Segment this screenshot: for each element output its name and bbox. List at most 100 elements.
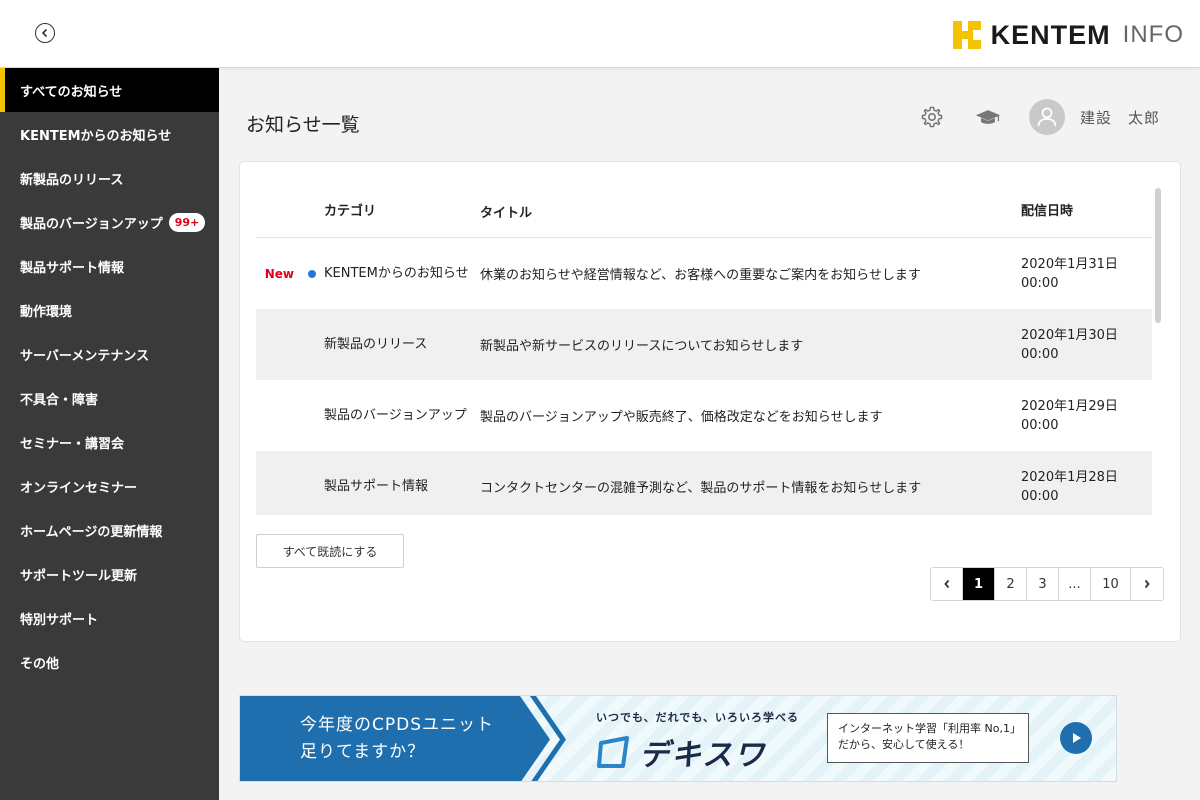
sidebar-item-support-info[interactable]: 製品サポート情報	[0, 244, 219, 288]
page-button[interactable]: 2	[995, 568, 1027, 600]
page-title: お知らせ一覧	[246, 114, 360, 136]
sidebar-item-label: すべてのお知らせ	[20, 84, 123, 100]
brand-name: デキスワ	[639, 738, 767, 773]
sidebar-item-environment[interactable]: 動作環境	[0, 288, 219, 332]
chevron-left-icon	[41, 28, 48, 38]
settings-button[interactable]	[919, 104, 945, 130]
scrollbar-thumb[interactable]	[1155, 188, 1161, 323]
row-title: コンタクトセンターの混雑予測など、製品のサポート情報をお知らせします	[480, 481, 922, 496]
row-date-time: 00:00	[1021, 275, 1059, 291]
row-date-day: 2020年1月31日	[1021, 256, 1118, 272]
sidebar-item-online-seminar[interactable]: オンラインセミナー	[0, 464, 219, 508]
table-row[interactable]: 新製品のリリース 新製品や新サービスのリリースについてお知らせします 2020年…	[256, 309, 1152, 380]
sidebar-item-bugs[interactable]: 不具合・障害	[0, 376, 219, 420]
sidebar-item-label: KENTEMからのお知らせ	[20, 128, 172, 144]
banner-tagline: いつでも、だれでも、いろいろ学べる	[596, 711, 800, 724]
table-row[interactable]: 製品のバージョンアップ 製品のバージョンアップや販売終了、価格改定などをお知らせ…	[256, 380, 1152, 451]
sidebar-item-label: サポートツール更新	[20, 568, 138, 584]
row-title: 休業のお知らせや経営情報など、お客様への重要なご案内をお知らせします	[480, 268, 921, 283]
sidebar-item-maintenance[interactable]: サーバーメンテナンス	[0, 332, 219, 376]
page-button-current[interactable]: 1	[963, 568, 995, 600]
banner-headline-line2: 足りてますか？	[300, 742, 426, 762]
notice-panel: カテゴリ タイトル 配信日時 New KENTEMからのお知らせ 休業のお知らせ…	[239, 161, 1181, 642]
sidebar-item-label: サーバーメンテナンス	[20, 348, 150, 364]
play-button[interactable]	[1060, 722, 1092, 754]
banner-headline: 今年度のCPDSユニット 足りてますか？	[300, 712, 494, 766]
banner-note-box: インターネット学習「利用率 No,1」 だから、安心して使える！	[827, 713, 1029, 763]
prev-page-button[interactable]	[931, 568, 963, 600]
play-icon	[1073, 733, 1081, 743]
sidebar-nav: すべてのお知らせ KENTEMからのお知らせ 新製品のリリース 製品のバージョン…	[0, 68, 219, 800]
user-avatar[interactable]	[1028, 99, 1065, 135]
sidebar-item-label: オンラインセミナー	[20, 480, 138, 496]
page-button[interactable]: 10	[1091, 568, 1131, 600]
table-row[interactable]: 製品サポート情報 コンタクトセンターの混雑予測など、製品のサポート情報をお知らせ…	[256, 451, 1152, 515]
sidebar-item-special-support[interactable]: 特別サポート	[0, 596, 219, 640]
sidebar-item-all[interactable]: すべてのお知らせ	[0, 68, 219, 112]
row-date-day: 2020年1月30日	[1021, 327, 1118, 343]
page-button[interactable]: 3	[1027, 568, 1059, 600]
row-date-day: 2020年1月29日	[1021, 398, 1118, 414]
new-label: New	[264, 266, 294, 281]
row-category: KENTEMからのお知らせ	[324, 265, 469, 281]
kentem-logo-mark-icon	[952, 21, 981, 49]
unread-count-badge: 99+	[168, 212, 206, 232]
dekisuwa-ad-banner[interactable]: 今年度のCPDSユニット 足りてますか？ いつでも、だれでも、いろいろ学べる デ…	[239, 695, 1117, 782]
unread-dot-icon	[308, 269, 316, 278]
user-name[interactable]: 建設 太郎	[1080, 107, 1160, 128]
logo-text: KENTEM	[990, 19, 1111, 50]
chevron-right-icon	[1144, 579, 1150, 589]
row-date-time: 00:00	[1021, 417, 1059, 433]
notice-table: カテゴリ タイトル 配信日時 New KENTEMからのお知らせ 休業のお知らせ…	[256, 186, 1152, 515]
sidebar-item-label: 製品サポート情報	[20, 260, 125, 276]
user-area: 建設 太郎	[919, 99, 1160, 135]
row-title: 製品のバージョンアップや販売終了、価格改定などをお知らせします	[480, 410, 883, 425]
row-date-time: 00:00	[1021, 488, 1059, 504]
row-date: 2020年1月31日 00:00	[1021, 255, 1152, 293]
row-date-day: 2020年1月28日	[1021, 469, 1118, 485]
sidebar-item-label: セミナー・講習会	[20, 436, 125, 452]
row-date: 2020年1月29日 00:00	[1021, 397, 1152, 435]
sidebar-item-label: 動作環境	[20, 304, 73, 320]
sidebar-item-kentem[interactable]: KENTEMからのお知らせ	[0, 112, 219, 156]
kentem-info-logo[interactable]: KENTEM INFO	[952, 19, 1184, 50]
page-ellipsis: ...	[1059, 568, 1091, 600]
sidebar-item-label: 特別サポート	[20, 612, 99, 628]
row-date-time: 00:00	[1021, 346, 1059, 362]
row-category: 製品のバージョンアップ	[324, 407, 467, 423]
column-header-title: タイトル	[480, 206, 533, 221]
dekisuwa-logo-icon	[597, 736, 629, 768]
sidebar-item-other[interactable]: その他	[0, 640, 219, 684]
top-header: KENTEM INFO	[0, 0, 1200, 68]
next-page-button[interactable]	[1131, 568, 1163, 600]
sidebar-item-label: ホームページの更新情報	[20, 524, 163, 540]
row-date: 2020年1月28日 00:00	[1021, 468, 1152, 506]
gear-icon	[921, 106, 943, 128]
table-row[interactable]: New KENTEMからのお知らせ 休業のお知らせや経営情報など、お客様への重要…	[256, 238, 1152, 309]
banner-headline-line1: 今年度のCPDSユニット	[300, 715, 495, 735]
banner-note-line2: だから、安心して使える！	[838, 738, 970, 751]
column-header-category: カテゴリ	[324, 203, 377, 219]
table-scrollbar[interactable]	[1152, 186, 1164, 515]
row-category: 製品サポート情報	[324, 478, 429, 494]
table-header: カテゴリ タイトル 配信日時	[256, 186, 1152, 238]
sidebar-item-support-tools[interactable]: サポートツール更新	[0, 552, 219, 596]
pagination: 1 2 3 ... 10	[930, 567, 1164, 601]
row-category: 新製品のリリース	[324, 336, 428, 352]
sidebar-item-label: その他	[20, 656, 60, 672]
banner-note-line1: インターネット学習「利用率 No,1」	[838, 722, 1021, 735]
sidebar-item-label: 不具合・障害	[20, 392, 99, 408]
sidebar-item-new-release[interactable]: 新製品のリリース	[0, 156, 219, 200]
logo-subtext: INFO	[1122, 21, 1184, 48]
row-date: 2020年1月30日 00:00	[1021, 326, 1152, 364]
graduation-cap-icon	[975, 110, 1001, 124]
column-header-date: 配信日時	[1021, 204, 1074, 219]
row-title: 新製品や新サービスのリリースについてお知らせします	[480, 339, 804, 354]
sidebar-item-website-updates[interactable]: ホームページの更新情報	[0, 508, 219, 552]
sidebar-item-seminar[interactable]: セミナー・講習会	[0, 420, 219, 464]
back-button[interactable]	[35, 23, 55, 43]
mark-all-read-button[interactable]: すべて既読にする	[256, 534, 404, 568]
learning-button[interactable]	[975, 104, 1001, 130]
sidebar-item-version-up[interactable]: 製品のバージョンアップ 99+	[0, 200, 219, 244]
user-avatar-icon	[1037, 107, 1057, 127]
